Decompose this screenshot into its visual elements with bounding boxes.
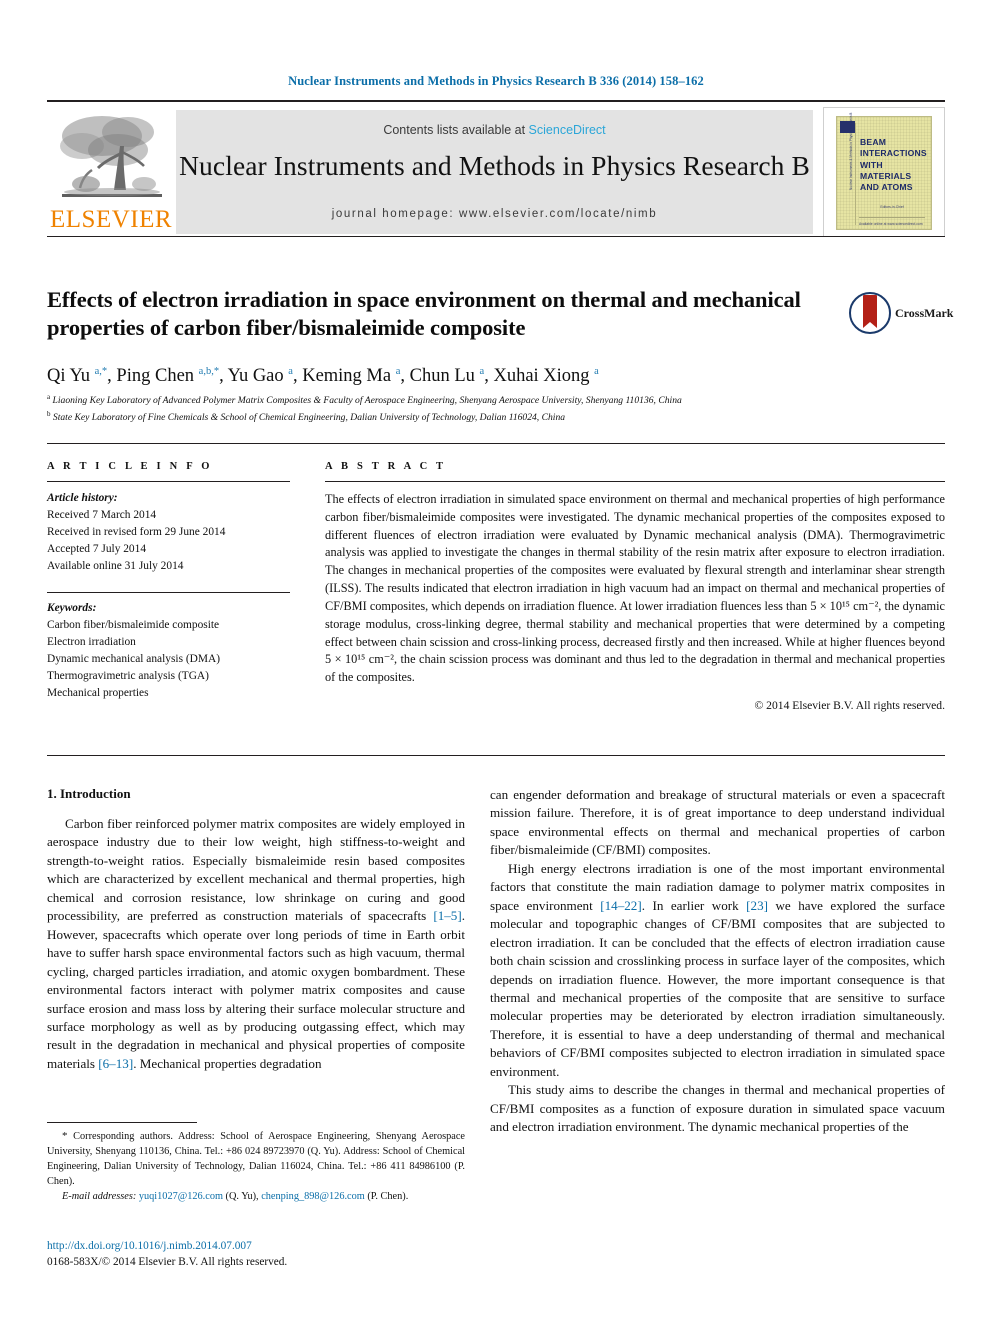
elsevier-wordmark: ELSEVIER xyxy=(50,206,173,233)
cover-spine: Nuclear Instruments & Methods in Physics… xyxy=(846,112,856,225)
cover-editor-line: Editors-in-Chief xyxy=(880,204,904,209)
citation-ref[interactable]: [14–22] xyxy=(600,898,641,913)
abstract-text: The effects of electron irradiation in s… xyxy=(325,492,945,685)
keyword-item: Electron irradiation xyxy=(47,635,136,648)
affiliation-list: a Liaoning Key Laboratory of Advanced Po… xyxy=(47,392,907,426)
body-column-right: can engender deformation and breakage of… xyxy=(490,786,945,1137)
email-label: E-mail addresses: xyxy=(62,1191,137,1203)
article-info-rule xyxy=(47,481,290,482)
crossmark-badge[interactable]: CrossMark xyxy=(849,292,953,338)
article-history-label: Article history: xyxy=(47,492,118,504)
journal-homepage-line[interactable]: journal homepage: www.elsevier.com/locat… xyxy=(176,208,813,220)
author-list: Qi Yu a,*, Ping Chen a,b,*, Yu Gao a, Ke… xyxy=(47,365,599,386)
title-divider xyxy=(47,236,945,237)
email-owner-2: (P. Chen). xyxy=(364,1191,409,1203)
abstract-block: A B S T R A C T The effects of electron … xyxy=(325,461,945,712)
abstract-heading: A B S T R A C T xyxy=(325,461,447,472)
keywords-rule xyxy=(47,591,290,593)
keywords-label: Keywords: xyxy=(47,601,97,614)
affiliation-b-text: State Key Laboratory of Fine Chemicals &… xyxy=(52,412,566,424)
affiliation-b: b State Key Laboratory of Fine Chemicals… xyxy=(47,410,566,424)
paragraph: Carbon fiber reinforced polymer matrix c… xyxy=(47,815,465,1073)
journal-title: Nuclear Instruments and Methods in Physi… xyxy=(179,150,810,181)
paragraph-text: . However, spacecrafts which operate ove… xyxy=(47,908,465,1071)
cover-artwork: Nuclear Instruments & Methods in Physics… xyxy=(836,112,932,230)
paragraph: High energy electrons irradiation is one… xyxy=(490,860,945,1081)
keywords-block: Keywords: Carbon fiber/bismaleimide comp… xyxy=(47,600,290,703)
affiliation-a-text: Liaoning Key Laboratory of Advanced Poly… xyxy=(52,395,682,407)
body-column-left: 1. Introduction Carbon fiber reinforced … xyxy=(47,786,465,1073)
contents-available-line: Contents lists available at ScienceDirec… xyxy=(176,123,813,137)
paragraph-text: we have explored the surface molecular a… xyxy=(490,897,945,1079)
crossmark-label: CrossMark xyxy=(895,306,954,320)
cover-spine-text: Nuclear Instruments & Methods in Physics… xyxy=(849,112,853,190)
abstract-rule xyxy=(325,481,945,482)
keyword-item: Mechanical properties xyxy=(47,687,149,700)
keyword-item: Carbon fiber/bismaleimide composite xyxy=(47,618,220,631)
citation-ref[interactable]: [1–5] xyxy=(433,908,461,923)
paragraph: This study aims to describe the changes … xyxy=(490,1082,945,1135)
footnote-divider xyxy=(47,1122,197,1123)
crossmark-icon xyxy=(849,292,891,334)
journal-cover-thumbnail: Nuclear Instruments & Methods in Physics… xyxy=(823,107,945,237)
elsevier-tree-icon xyxy=(56,110,168,206)
footnote-block: * Corresponding authors. Address: School… xyxy=(47,1128,465,1204)
email-note: E-mail addresses: yuqi1027@126.com (Q. Y… xyxy=(47,1189,465,1204)
page-title: Effects of electron irradiation in space… xyxy=(47,287,801,341)
cover-divider xyxy=(859,217,925,218)
doi-block: http://dx.doi.org/10.1016/j.nimb.2014.07… xyxy=(47,1238,487,1271)
cover-bottom-line: Available online at www.sciencedirect.co… xyxy=(859,222,923,226)
history-item: Received 7 March 2014 xyxy=(47,509,157,522)
running-head: Nuclear Instruments and Methods in Physi… xyxy=(288,74,704,88)
crossmark-ribbon-shape xyxy=(863,295,877,328)
history-item: Available online 31 July 2014 xyxy=(47,560,184,573)
sciencedirect-link[interactable]: ScienceDirect xyxy=(529,123,606,137)
paragraph-text: Carbon fiber reinforced polymer matrix c… xyxy=(47,816,465,924)
journal-band: Contents lists available at ScienceDirec… xyxy=(175,110,813,234)
cover-title-text: BEAM INTERACTIONS WITH MATERIALS AND ATO… xyxy=(860,137,927,193)
citation-ref[interactable]: [6–13] xyxy=(98,1056,133,1071)
journal-masthead: ELSEVIER Contents lists available at Sci… xyxy=(47,100,945,237)
issn-copyright-line: 0168-583X/© 2014 Elsevier B.V. All right… xyxy=(47,1256,288,1269)
corresponding-author-note: * Corresponding authors. Address: School… xyxy=(47,1128,465,1189)
doi-link[interactable]: http://dx.doi.org/10.1016/j.nimb.2014.07… xyxy=(47,1238,487,1254)
corresponding-author-text: Corresponding authors. Address: School o… xyxy=(47,1131,465,1188)
section-heading-introduction: 1. Introduction xyxy=(47,786,131,801)
history-item: Received in revised form 29 June 2014 xyxy=(47,526,226,539)
article-info-block: A R T I C L E I N F O Article history: R… xyxy=(47,461,290,702)
affiliation-a: a Liaoning Key Laboratory of Advanced Po… xyxy=(47,393,682,407)
email-owner-1: (Q. Yu), xyxy=(222,1191,262,1203)
info-abstract-divider xyxy=(47,443,945,444)
keyword-item: Thermogravimetric analysis (TGA) xyxy=(47,669,209,682)
paragraph-text: . Mechanical properties degradation xyxy=(133,1055,322,1071)
abstract-bottom-divider xyxy=(47,755,945,756)
email-link-2[interactable]: chenping_898@126.com xyxy=(261,1191,365,1202)
abstract-copyright: © 2014 Elsevier B.V. All rights reserved… xyxy=(754,699,945,713)
elsevier-logo: ELSEVIER xyxy=(50,110,172,234)
keyword-item: Dynamic mechanical analysis (DMA) xyxy=(47,652,221,665)
paragraph-text: . In earlier work xyxy=(641,897,747,913)
article-page: Nuclear Instruments and Methods in Physi… xyxy=(0,0,992,1323)
article-info-heading: A R T I C L E I N F O xyxy=(47,461,213,472)
paragraph: can engender deformation and breakage of… xyxy=(490,787,945,858)
email-link-1[interactable]: yuqi1027@126.com xyxy=(139,1191,223,1202)
history-item: Accepted 7 July 2014 xyxy=(47,543,147,556)
contents-prefix: Contents lists available at xyxy=(383,123,529,137)
citation-ref[interactable]: [23] xyxy=(746,898,768,913)
article-history: Article history: Received 7 March 2014 R… xyxy=(47,490,290,576)
